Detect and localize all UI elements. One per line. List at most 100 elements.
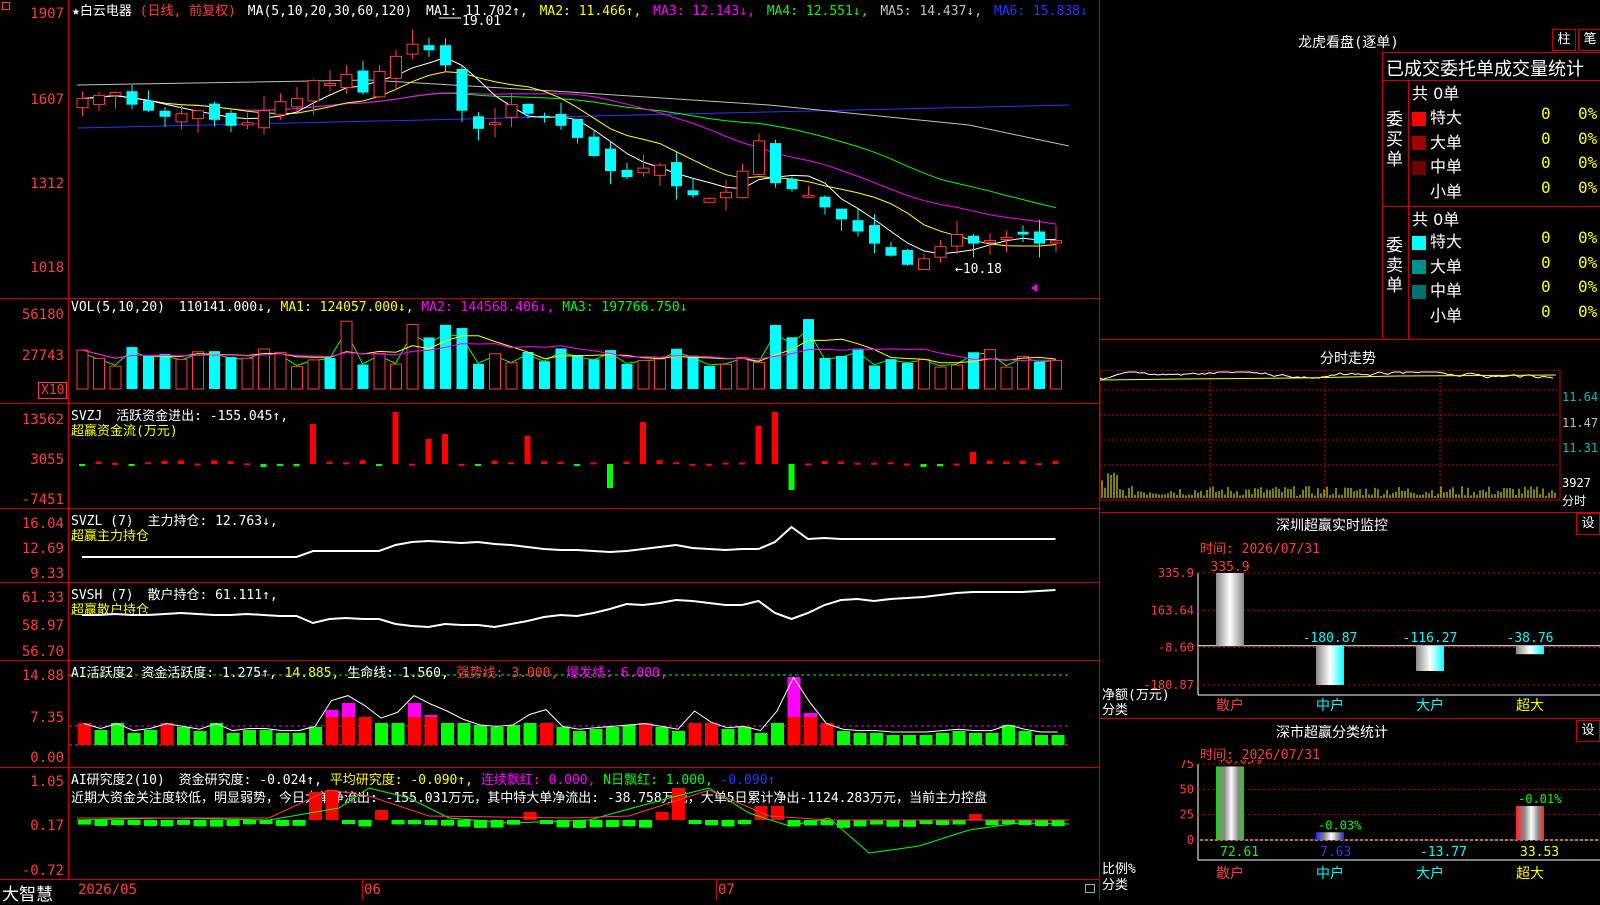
lhb-title: 龙虎看盘(逐单): [1298, 35, 1399, 51]
flow-bar: [689, 463, 696, 466]
monitor-settings-button[interactable]: 设: [1576, 513, 1600, 535]
research-bar: [226, 820, 240, 826]
classify-x-label: 中户: [1316, 865, 1344, 882]
research-bar: [144, 820, 157, 827]
tick-mode-button[interactable]: 笔: [1578, 29, 1600, 51]
intraday-title: 分时走势: [1320, 351, 1376, 367]
vol-bar: [786, 337, 798, 389]
flow-bar: [442, 434, 448, 464]
activity-bar: [1035, 735, 1048, 745]
svzj-panel[interactable]: [69, 404, 1099, 508]
activity-bar: [358, 717, 372, 745]
research-bar: [375, 810, 388, 820]
monitor-chart[interactable]: 335.9163.64-8.60-180.87335.9散户-180.87中户-…: [1100, 555, 1600, 715]
flow-bar: [920, 464, 927, 467]
classify-chart[interactable]: 75 50 25 0 +0.05% 72.61 散户 -0.03% 7.63 中户 -13.77 大户…: [1100, 760, 1600, 900]
research-bar: [342, 820, 355, 825]
order-label: 特大: [1430, 108, 1463, 127]
activity-bar: [903, 735, 916, 745]
monitor-x-label: 中户: [1316, 697, 1344, 714]
ai1-panel[interactable]: [69, 661, 1099, 767]
intraday-y-tick: 11.47: [1562, 416, 1599, 430]
price-panel[interactable]: [69, 0, 1099, 298]
research-bar: [243, 820, 256, 825]
research-bar: [1018, 820, 1032, 826]
activity-bar: [688, 723, 702, 745]
chart-area[interactable]: 1907 1607 1312 1018 ★白云电器 (日线, 前复权) MA(5…: [0, 0, 1100, 905]
volume-panel[interactable]: [69, 299, 1099, 403]
research-bar: [177, 820, 190, 825]
monitor-x-label: 大户: [1416, 697, 1444, 714]
vol-bar: [951, 364, 963, 390]
svsh-panel[interactable]: [69, 583, 1099, 660]
flow-bar: [524, 436, 531, 464]
vol-bar: [539, 361, 550, 389]
flow-bar: [359, 460, 366, 464]
activity-bar: [738, 727, 751, 745]
bar-mode-button[interactable]: 柱: [1552, 29, 1576, 51]
order-row: 特大: [1412, 228, 1462, 252]
classify-bar: [1316, 832, 1344, 840]
flow-bar: [244, 463, 250, 466]
vol-bar: [406, 324, 419, 390]
vol-bar: [968, 352, 979, 389]
research-bar: [952, 820, 966, 825]
order-count: 0: [1541, 104, 1551, 123]
activity-bar: [408, 717, 421, 745]
order-pct: 0%: [1578, 301, 1598, 321]
candle-body: [720, 191, 732, 199]
flow-bar: [227, 461, 234, 464]
research-bar: [589, 820, 603, 828]
activity-bar: [94, 730, 108, 745]
flow-bar: [574, 464, 580, 466]
order-count: 0: [1541, 128, 1551, 148]
candle-body: [539, 115, 550, 118]
candle-body: [373, 70, 386, 98]
vol-bar: [1050, 359, 1062, 390]
price-y-tick: 1607: [30, 92, 64, 108]
research-bar: [985, 820, 999, 826]
activity-bar: [490, 727, 504, 745]
vol-bar: [489, 353, 501, 390]
activity-bar: [672, 731, 685, 745]
classify-settings-button[interactable]: 设: [1576, 720, 1600, 742]
monitor-y-tick: -8.60: [1158, 641, 1194, 655]
activity-bar: [622, 725, 636, 745]
activity-bar: [210, 723, 223, 745]
vol-bar: [720, 363, 732, 390]
flow-bar: [953, 463, 960, 466]
ai2-panel[interactable]: [69, 768, 1099, 879]
order-count: 0: [1541, 277, 1551, 296]
monitor-x-label: 散户: [1216, 697, 1244, 714]
flow-bar: [293, 464, 300, 467]
flow-bar: [409, 463, 415, 466]
activity-bar: [457, 723, 471, 745]
intraday-chart[interactable]: [1100, 370, 1600, 510]
research-bar: [721, 820, 735, 827]
flow-bar: [128, 464, 135, 466]
activity-bar: [1051, 735, 1065, 745]
intraday-y-tick: 11.64: [1562, 390, 1599, 404]
research-bar: [441, 820, 454, 826]
activity-bar: [292, 733, 306, 745]
monitor-bar-value: -116.27: [1403, 631, 1458, 646]
activity-bar: [1018, 731, 1032, 745]
research-bar: [391, 820, 405, 825]
flow-bar: [854, 462, 861, 465]
research-bar: [259, 820, 273, 825]
candle-body: [621, 169, 633, 178]
lock-icon[interactable]: [1085, 884, 1095, 893]
activity-bar: [342, 717, 355, 745]
ma-line: [82, 56, 1057, 255]
activity-bar: [375, 723, 388, 745]
activity-bar: [276, 733, 289, 745]
flow-bar: [590, 462, 597, 465]
research-bar: [573, 820, 586, 828]
candle-body: [703, 197, 716, 203]
classify-y-tick: 25: [1180, 808, 1194, 822]
vol-bar: [918, 358, 930, 390]
vol-bar: [1034, 361, 1045, 389]
vol-bar: [76, 349, 89, 390]
svzl-panel[interactable]: [69, 509, 1099, 582]
flow-bar: [326, 461, 333, 464]
